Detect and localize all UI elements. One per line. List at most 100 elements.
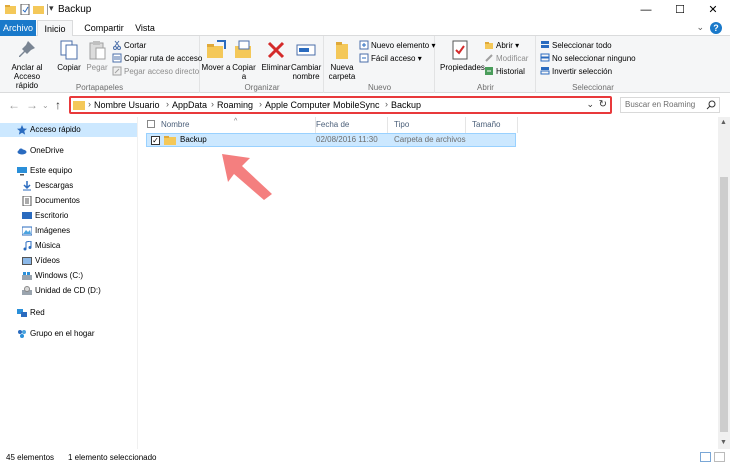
search-box[interactable]: Buscar en Roaming bbox=[620, 97, 720, 113]
crumb-backup[interactable]: Backup bbox=[391, 100, 421, 110]
nav-documents[interactable]: Documentos bbox=[0, 194, 137, 208]
nav-this-pc[interactable]: Este equipo bbox=[0, 164, 137, 178]
crumb-separator[interactable]: › bbox=[166, 99, 169, 109]
paste-icon bbox=[89, 41, 106, 60]
vertical-scrollbar[interactable]: ▲ ▼ bbox=[718, 117, 730, 449]
title-bar: ▾ Backup — ☐ ✕ bbox=[0, 0, 730, 20]
tab-view[interactable]: Vista bbox=[130, 20, 160, 36]
nav-videos[interactable]: Vídeos bbox=[0, 254, 137, 268]
delete-x-icon bbox=[267, 41, 285, 59]
new-item-button[interactable]: Nuevo elemento ▾ bbox=[359, 40, 436, 52]
folder-icon bbox=[5, 5, 16, 14]
select-all-button[interactable]: Seleccionar todo bbox=[540, 40, 612, 52]
edit-button[interactable]: Modificar bbox=[484, 53, 528, 65]
column-name-label: Nombre bbox=[161, 120, 190, 129]
tab-share[interactable]: Compartir bbox=[78, 20, 130, 36]
cloud-icon bbox=[17, 148, 27, 155]
nav-pictures[interactable]: Imágenes bbox=[0, 224, 137, 238]
scissors-icon bbox=[113, 40, 121, 50]
select-all-icon bbox=[541, 41, 549, 48]
nav-cd-drive[interactable]: Unidad de CD (D:) bbox=[0, 284, 137, 298]
nav-quick-access[interactable]: Acceso rápido bbox=[0, 123, 137, 137]
crumb-separator[interactable]: › bbox=[327, 99, 330, 109]
back-arrow-icon[interactable]: ← bbox=[8, 98, 20, 112]
help-button[interactable]: ? bbox=[710, 22, 722, 34]
music-icon bbox=[23, 241, 32, 251]
crumb-appdata[interactable]: AppData bbox=[172, 100, 207, 110]
crumb-roaming[interactable]: Roaming bbox=[217, 100, 253, 110]
status-bar: 45 elementos 1 elemento seleccionado bbox=[0, 449, 730, 466]
new-folder-button[interactable]: Nueva carpeta bbox=[327, 39, 357, 81]
column-header-type[interactable]: Tipo bbox=[388, 117, 466, 133]
crumb-apple-computer[interactable]: Apple Computer bbox=[265, 100, 330, 110]
open-button[interactable]: Abrir ▾ bbox=[484, 40, 519, 52]
close-button[interactable]: ✕ bbox=[696, 0, 730, 20]
quick-access-dropdown-icon[interactable]: ▾ bbox=[49, 3, 54, 14]
up-arrow-icon[interactable]: ↑ bbox=[55, 98, 61, 112]
cut-button[interactable]: Cortar bbox=[112, 40, 146, 52]
crumb-user[interactable]: Nombre Usuario bbox=[94, 100, 160, 110]
history-icon bbox=[485, 67, 493, 75]
ribbon-tabs: Archivo Inicio Compartir Vista ⌄ ? bbox=[0, 20, 730, 37]
address-bar[interactable]: › Nombre Usuario › AppData › Roaming › A… bbox=[69, 96, 612, 114]
search-icon[interactable] bbox=[706, 100, 716, 110]
details-view-icon[interactable] bbox=[700, 452, 711, 462]
properties-quick-icon[interactable] bbox=[20, 4, 31, 15]
delete-button[interactable]: Eliminar bbox=[261, 39, 291, 72]
rename-button[interactable]: Cambiar nombre bbox=[291, 39, 321, 81]
history-button[interactable]: Historial bbox=[484, 66, 525, 78]
nav-onedrive[interactable]: OneDrive bbox=[0, 144, 137, 158]
invert-selection-button[interactable]: Invertir selección bbox=[540, 66, 612, 78]
easy-access-button[interactable]: Fácil acceso ▾ bbox=[359, 53, 422, 65]
nav-onedrive-label: OneDrive bbox=[30, 146, 64, 155]
item-count: 45 elementos bbox=[6, 453, 55, 462]
refresh-icon[interactable]: ↻ bbox=[599, 99, 607, 110]
crumb-separator[interactable]: › bbox=[88, 99, 91, 109]
forward-arrow-icon[interactable]: → bbox=[26, 98, 38, 112]
maximize-button[interactable]: ☐ bbox=[663, 0, 697, 20]
nav-quick-access-label: Acceso rápido bbox=[30, 125, 81, 134]
nav-network[interactable]: Red bbox=[0, 306, 137, 320]
nav-downloads[interactable]: Descargas bbox=[0, 179, 137, 193]
nav-documents-label: Documentos bbox=[35, 196, 80, 205]
copy-button[interactable]: Copiar bbox=[54, 39, 84, 72]
scrollbar-thumb[interactable] bbox=[720, 177, 728, 432]
scroll-up-icon[interactable]: ▲ bbox=[720, 119, 727, 126]
copy-path-button[interactable]: Copiar ruta de acceso bbox=[112, 53, 202, 65]
recent-locations-icon[interactable]: ⌄ bbox=[42, 101, 49, 110]
collapse-ribbon-icon[interactable]: ⌄ bbox=[696, 22, 704, 33]
nav-desktop[interactable]: Escritorio bbox=[0, 209, 137, 223]
column-header-name[interactable]: Nombre ^ bbox=[146, 117, 316, 133]
nav-homegroup[interactable]: Grupo en el hogar bbox=[0, 327, 137, 341]
tab-file[interactable]: Archivo bbox=[0, 20, 36, 36]
paste-shortcut-button[interactable]: Pegar acceso directo bbox=[112, 66, 199, 78]
edit-icon bbox=[485, 54, 493, 62]
row-checkbox[interactable]: ✓ bbox=[151, 136, 160, 145]
crumb-separator[interactable]: › bbox=[211, 99, 214, 109]
crumb-separator[interactable]: › bbox=[259, 99, 262, 109]
copy-to-button[interactable]: Copiar a bbox=[229, 39, 259, 81]
drive-icon bbox=[22, 272, 32, 280]
crumb-separator[interactable]: › bbox=[385, 99, 388, 109]
move-to-button[interactable]: Mover a bbox=[201, 39, 231, 72]
new-folder-quick-icon[interactable] bbox=[33, 4, 44, 15]
nav-music-label: Música bbox=[35, 241, 61, 250]
crumb-mobilesync[interactable]: MobileSync bbox=[333, 100, 380, 110]
paste-shortcut-label: Pegar acceso directo bbox=[124, 67, 200, 76]
minimize-button[interactable]: — bbox=[629, 0, 663, 20]
table-row[interactable]: ✓ Backup 02/08/2016 11:30 Carpeta de arc… bbox=[146, 133, 516, 147]
address-dropdown-icon[interactable]: ⌄ bbox=[586, 99, 594, 110]
homegroup-icon bbox=[18, 330, 26, 338]
paste-button[interactable]: Pegar bbox=[82, 39, 112, 72]
column-header-size[interactable]: Tamaño bbox=[466, 117, 518, 133]
select-none-button[interactable]: No seleccionar ninguno bbox=[540, 53, 636, 65]
select-none-icon bbox=[540, 53, 550, 62]
scroll-down-icon[interactable]: ▼ bbox=[720, 439, 727, 446]
select-all-checkbox[interactable] bbox=[147, 120, 155, 128]
nav-windows-c[interactable]: Windows (C:) bbox=[0, 269, 137, 283]
tab-home[interactable]: Inicio bbox=[37, 20, 73, 37]
large-icons-view-icon[interactable] bbox=[714, 452, 725, 462]
column-header-date[interactable]: Fecha de modifica... bbox=[310, 117, 388, 145]
properties-button[interactable]: Propiedades bbox=[440, 39, 485, 72]
nav-music[interactable]: Música bbox=[0, 239, 137, 253]
